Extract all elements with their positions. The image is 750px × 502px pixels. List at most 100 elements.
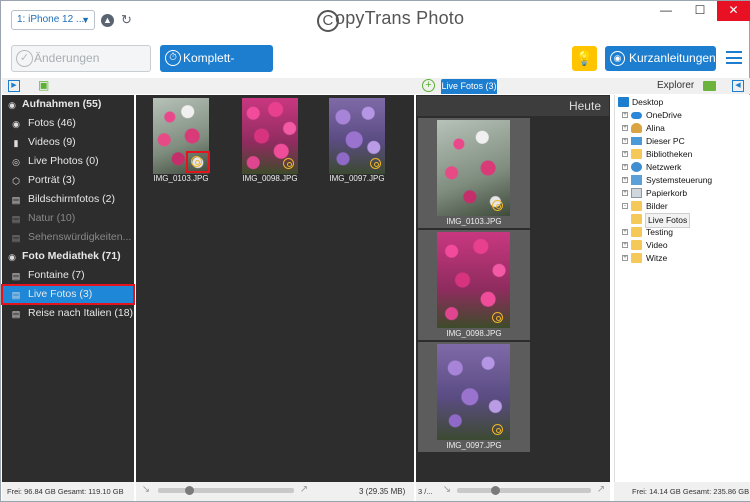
cloud-icon — [631, 112, 642, 119]
sidebar-item-foto-mediathek[interactable]: ◉ Foto Mediathek (71) — [2, 247, 134, 266]
album-icon: ▤ — [11, 214, 21, 224]
sidebar-item-sights[interactable]: ▤ Sehenswürdigkeiten... — [2, 228, 134, 247]
photo-filename: IMG_0103.JPG — [153, 174, 209, 183]
selection-count: 3 (29.35 MB) — [359, 482, 411, 501]
pc-storage-status: Frei: 96.84 GB Gesamt: 119.10 GB — [2, 482, 134, 501]
photo-filename: IMG_0098.JPG — [446, 329, 502, 338]
video-icon: ▮ — [13, 138, 19, 148]
explorer-label: Explorer — [657, 80, 695, 91]
zoom-slider-knob[interactable] — [185, 486, 194, 495]
control-panel-icon — [631, 175, 642, 185]
zoom-out-icon[interactable]: ↘ — [441, 484, 453, 496]
close-button[interactable]: ✕ — [717, 1, 750, 21]
live-photo-icon — [283, 158, 294, 169]
hamburger-menu-icon[interactable] — [726, 51, 742, 64]
add-album-icon[interactable]: ▣ — [38, 79, 52, 92]
zoom-in-icon[interactable]: ↗ — [298, 484, 310, 496]
live-photo-icon — [191, 156, 202, 167]
expand-icon[interactable]: + — [622, 112, 628, 118]
guides-label: Kurzanleitungen — [629, 51, 716, 65]
live-photo-icon — [370, 158, 381, 169]
zoom-slider-knob[interactable] — [491, 486, 500, 495]
monitor-icon — [618, 97, 629, 107]
photo-filename: IMG_0103.JPG — [446, 217, 502, 226]
expand-icon[interactable]: + — [622, 164, 628, 170]
user-icon — [631, 123, 642, 133]
collapse-left-icon[interactable]: ▶ — [8, 80, 20, 92]
album-icon: ▤ — [11, 233, 21, 243]
check-icon: ✓ — [16, 50, 33, 67]
quick-guides-button[interactable]: ◉ Kurzanleitungen — [605, 46, 716, 71]
expand-icon[interactable]: + — [622, 242, 628, 248]
album-icon: ▤ — [11, 271, 21, 281]
device-selector[interactable]: 1: iPhone 12 ... ▼ — [11, 10, 95, 30]
album-icon: ▤ — [11, 309, 21, 319]
zoom-out-icon[interactable]: ↘ — [140, 484, 152, 496]
sidebar-item-live-fotos[interactable]: ▤ Live Fotos (3) — [1, 284, 135, 305]
lightbulb-icon[interactable]: 💡 — [572, 46, 597, 71]
zoom-slider[interactable] — [457, 488, 591, 493]
expand-icon[interactable]: + — [622, 138, 628, 144]
photo-camera-icon: ◉ — [12, 119, 20, 129]
photo-filename: IMG_0097.JPG — [329, 174, 385, 183]
clock-icon: ⏱ — [165, 50, 181, 66]
eject-icon[interactable]: ▲ — [101, 14, 114, 27]
sidebar-item-reise-italien[interactable]: ▤ Reise nach Italien (18) — [2, 304, 134, 323]
sidebar-item-fotos[interactable]: ◉ Fotos (46) — [2, 114, 134, 133]
album-sidebar: ◉ Aufnahmen (55) ◉ Fotos (46) ▮ Videos (9) … — [1, 95, 135, 482]
recycle-bin-icon — [631, 188, 642, 198]
folder-icon — [631, 214, 642, 224]
device-label: 1: iPhone 12 ... — [17, 14, 85, 25]
live-photo-icon — [492, 312, 503, 323]
network-globe-icon — [631, 162, 642, 172]
expand-icon[interactable]: + — [622, 125, 628, 131]
sidebar-item-live-photos[interactable]: ◎ Live Photos (0) — [2, 152, 134, 171]
minimize-button[interactable]: — — [649, 1, 683, 21]
app-logo: CopyTrans Photo — [317, 8, 464, 32]
sidebar-item-screenshots[interactable]: ▤ Bildschirmfotos (2) — [2, 190, 134, 209]
portrait-cube-icon: ⬡ — [12, 176, 20, 186]
expand-icon[interactable]: + — [622, 177, 628, 183]
folder-icon — [631, 227, 642, 237]
camera-icon: ◉ — [8, 252, 16, 262]
expand-icon[interactable]: + — [622, 190, 628, 196]
copytrans-photo-window: 1: iPhone 12 ... ▼ ▲ ↻ CopyTrans Photo —… — [0, 0, 750, 502]
maximize-button[interactable]: ☐ — [683, 1, 717, 21]
collapse-icon[interactable]: - — [622, 203, 628, 209]
date-group-header: Heute — [417, 96, 609, 116]
save-changes-button[interactable]: ✓ Änderungen speichern — [11, 45, 151, 90]
expand-icon[interactable]: + — [622, 229, 628, 235]
zoom-in-icon[interactable]: ↗ — [595, 484, 607, 496]
folder-icon — [631, 240, 642, 250]
app-title: opyTrans Photo — [335, 8, 465, 28]
live-photo-icon — [492, 200, 503, 211]
explorer-tree: Desktop + OneDrive + Alina + Dieser PC + Bib… — [614, 95, 750, 482]
photo-filename: IMG_0097.JPG — [446, 441, 502, 450]
library-folder-icon — [631, 149, 642, 159]
album-icon: ▤ — [11, 195, 21, 205]
sidebar-item-natur[interactable]: ▤ Natur (10) — [2, 209, 134, 228]
live-photo-icon: ◎ — [12, 157, 20, 167]
sidebar-item-fontaine[interactable]: ▤ Fontaine (7) — [2, 266, 134, 285]
lifebuoy-icon: ◉ — [610, 51, 625, 66]
device-count: 3 /... — [418, 487, 433, 496]
computer-icon — [631, 137, 642, 145]
expand-icon[interactable]: + — [622, 255, 628, 261]
folder-icon — [631, 201, 642, 211]
add-icon[interactable]: + — [422, 79, 435, 92]
pane-header-bar — [2, 78, 750, 94]
tab-live-fotos[interactable]: Live Fotos (3) — [441, 79, 497, 94]
refresh-icon[interactable]: ↻ — [121, 13, 132, 26]
full-backup-button[interactable]: ⏱ Komplett-Backup — [160, 45, 273, 92]
zoom-slider[interactable] — [158, 488, 294, 493]
folder-icon[interactable] — [703, 81, 716, 91]
chevron-down-icon: ▼ — [81, 15, 90, 25]
sidebar-item-portrait[interactable]: ⬡ Porträt (3) — [2, 171, 134, 190]
camera-icon: ◉ — [8, 100, 16, 110]
device-storage-status: Frei: 14.14 GB Gesamt: 235.86 GB — [614, 482, 750, 501]
collapse-right-icon[interactable]: ◀ — [732, 80, 744, 92]
sidebar-item-videos[interactable]: ▮ Videos (9) — [2, 133, 134, 152]
expand-icon[interactable]: + — [622, 151, 628, 157]
folder-icon — [631, 253, 642, 263]
sidebar-item-aufnahmen[interactable]: ◉ Aufnahmen (55) — [2, 95, 134, 114]
